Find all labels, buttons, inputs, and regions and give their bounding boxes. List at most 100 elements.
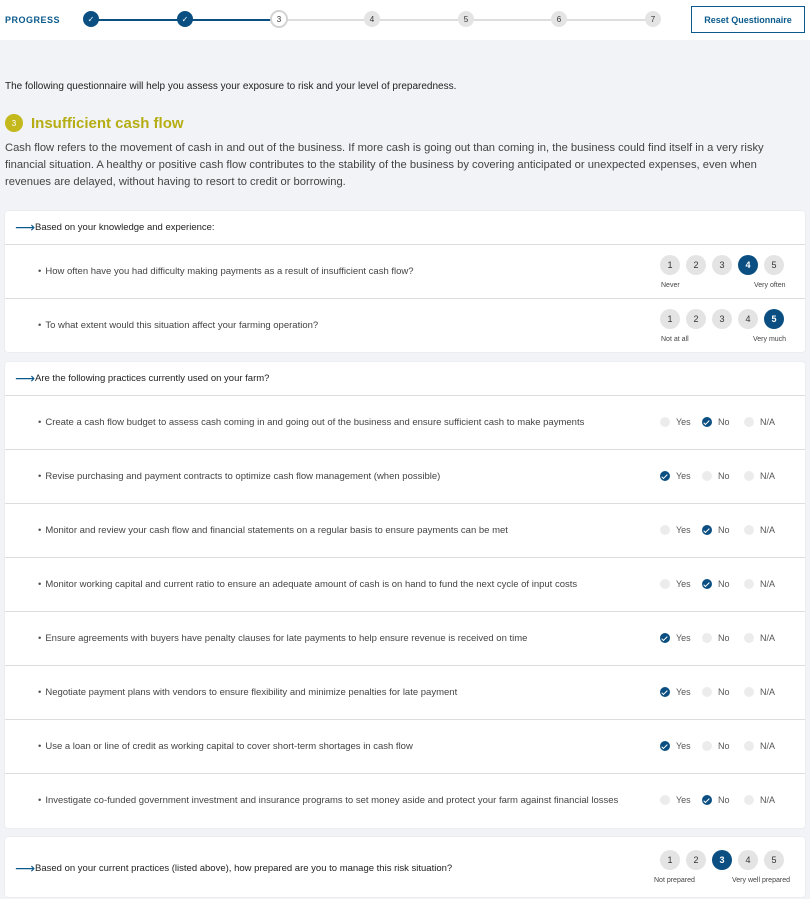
radio-no[interactable]: No — [702, 633, 736, 643]
rating-option-2[interactable]: 2 — [686, 850, 706, 870]
preparedness-question: Based on your current practices (listed … — [35, 863, 453, 874]
card-heading: ⟶ Are the following practices currently … — [5, 362, 805, 396]
check-icon: ✓ — [87, 14, 95, 24]
radio-circle-icon — [744, 579, 754, 589]
radio-na[interactable]: N/A — [744, 525, 778, 535]
radio-na[interactable]: N/A — [744, 633, 778, 643]
radio-label: N/A — [760, 525, 776, 535]
radio-yes[interactable]: Yes — [660, 687, 694, 697]
step-2[interactable]: ✓ — [177, 11, 193, 27]
radio-na[interactable]: N/A — [744, 687, 778, 697]
radio-circle-icon — [660, 795, 670, 805]
step-6[interactable]: 6 — [551, 11, 567, 27]
section-heading: 3 Insufficient cash flow — [5, 114, 184, 132]
radio-label: N/A — [760, 417, 776, 427]
rating-option-1[interactable]: 1 — [660, 850, 680, 870]
radio-no[interactable]: No — [702, 525, 736, 535]
radio-na[interactable]: N/A — [744, 471, 778, 481]
practice-text: Monitor working capital and current rati… — [45, 579, 578, 590]
radio-label: N/A — [760, 687, 776, 697]
rating-option-5[interactable]: 5 — [764, 255, 784, 275]
radio-yes[interactable]: Yes — [660, 417, 694, 427]
radio-yes[interactable]: Yes — [660, 741, 694, 751]
radio-label: Yes — [676, 417, 691, 427]
radio-na[interactable]: N/A — [744, 741, 778, 751]
yes-no-na-group: Yes No N/A — [652, 741, 778, 751]
practice-row: • Negotiate payment plans with vendors to… — [5, 666, 805, 720]
radio-label: Yes — [676, 471, 691, 481]
yes-no-na-group: Yes No N/A — [652, 417, 778, 427]
radio-yes[interactable]: Yes — [660, 795, 694, 805]
radio-circle-icon — [702, 687, 712, 697]
step-3[interactable]: 3 — [270, 10, 288, 28]
practice-row: • Investigate co-funded government invest… — [5, 774, 805, 828]
radio-label: Yes — [676, 633, 691, 643]
radio-yes[interactable]: Yes — [660, 471, 694, 481]
radio-no[interactable]: No — [702, 741, 736, 751]
preparedness-card: ⟶ Based on your current practices (liste… — [5, 837, 805, 897]
check-icon: ✓ — [181, 14, 189, 24]
rating-row: • How often have you had difficulty makin… — [5, 245, 805, 299]
radio-no[interactable]: No — [702, 687, 736, 697]
rating-option-3[interactable]: 3 — [712, 850, 732, 870]
radio-label: N/A — [760, 633, 776, 643]
rating-option-4[interactable]: 4 — [738, 309, 758, 329]
knowledge-heading: Based on your knowledge and experience: — [35, 222, 215, 233]
check-circle-icon — [660, 741, 670, 751]
radio-yes[interactable]: Yes — [660, 525, 694, 535]
rating-option-3[interactable]: 3 — [712, 309, 732, 329]
radio-na[interactable]: N/A — [744, 417, 778, 427]
radio-yes[interactable]: Yes — [660, 579, 694, 589]
radio-no[interactable]: No — [702, 417, 736, 427]
rating-option-2[interactable]: 2 — [686, 255, 706, 275]
preparedness-scale: 1 2 3 4 5 — [660, 850, 784, 870]
radio-na[interactable]: N/A — [744, 795, 778, 805]
radio-label: Yes — [676, 741, 691, 751]
arrow-right-icon: ⟶ — [15, 219, 36, 235]
progress-bar: PROGRESS ✓ ✓ 3 4 5 6 7 Reset Questionnai… — [0, 0, 810, 40]
practice-row: • Ensure agreements with buyers have pena… — [5, 612, 805, 666]
radio-no[interactable]: No — [702, 471, 736, 481]
radio-no[interactable]: No — [702, 579, 736, 589]
rating-option-2[interactable]: 2 — [686, 309, 706, 329]
rating-scale: 1 2 3 4 5 — [660, 255, 784, 275]
radio-label: N/A — [760, 579, 776, 589]
rating-option-4[interactable]: 4 — [738, 850, 758, 870]
scale-high-label: Very well prepared — [732, 877, 790, 884]
radio-label: No — [718, 741, 730, 751]
progress-label: PROGRESS — [5, 15, 61, 25]
practice-text: Use a loan or line of credit as working … — [45, 741, 413, 752]
radio-na[interactable]: N/A — [744, 579, 778, 589]
practice-text: Revise purchasing and payment contracts … — [45, 471, 441, 482]
practice-row: • Monitor and review your cash flow and f… — [5, 504, 805, 558]
step-1[interactable]: ✓ — [83, 11, 99, 27]
radio-label: No — [718, 471, 730, 481]
yes-no-na-group: Yes No N/A — [652, 687, 778, 697]
radio-label: No — [718, 579, 730, 589]
rating-option-1[interactable]: 1 — [660, 255, 680, 275]
rating-option-5[interactable]: 5 — [764, 850, 784, 870]
radio-label: Yes — [676, 525, 691, 535]
knowledge-card: ⟶ Based on your knowledge and experience… — [5, 211, 805, 352]
questionnaire-main: The following questionnaire will help yo… — [0, 40, 810, 899]
radio-yes[interactable]: Yes — [660, 633, 694, 643]
yes-no-na-group: Yes No N/A — [652, 471, 778, 481]
step-4[interactable]: 4 — [364, 11, 380, 27]
reset-questionnaire-button[interactable]: Reset Questionnaire — [691, 6, 805, 33]
radio-label: No — [718, 525, 730, 535]
radio-no[interactable]: No — [702, 795, 736, 805]
yes-no-na-group: Yes No N/A — [652, 633, 778, 643]
step-5[interactable]: 5 — [458, 11, 474, 27]
radio-circle-icon — [744, 471, 754, 481]
radio-circle-icon — [660, 525, 670, 535]
yes-no-na-group: Yes No N/A — [652, 579, 778, 589]
rating-option-5[interactable]: 5 — [764, 309, 784, 329]
yes-no-na-group: Yes No N/A — [652, 525, 778, 535]
rating-row: • To what extent would this situation aff… — [5, 299, 805, 352]
step-7[interactable]: 7 — [645, 11, 661, 27]
rating-option-4[interactable]: 4 — [738, 255, 758, 275]
rating-option-1[interactable]: 1 — [660, 309, 680, 329]
scale-high-label: Very often — [754, 282, 786, 289]
rating-option-3[interactable]: 3 — [712, 255, 732, 275]
radio-circle-icon — [702, 633, 712, 643]
